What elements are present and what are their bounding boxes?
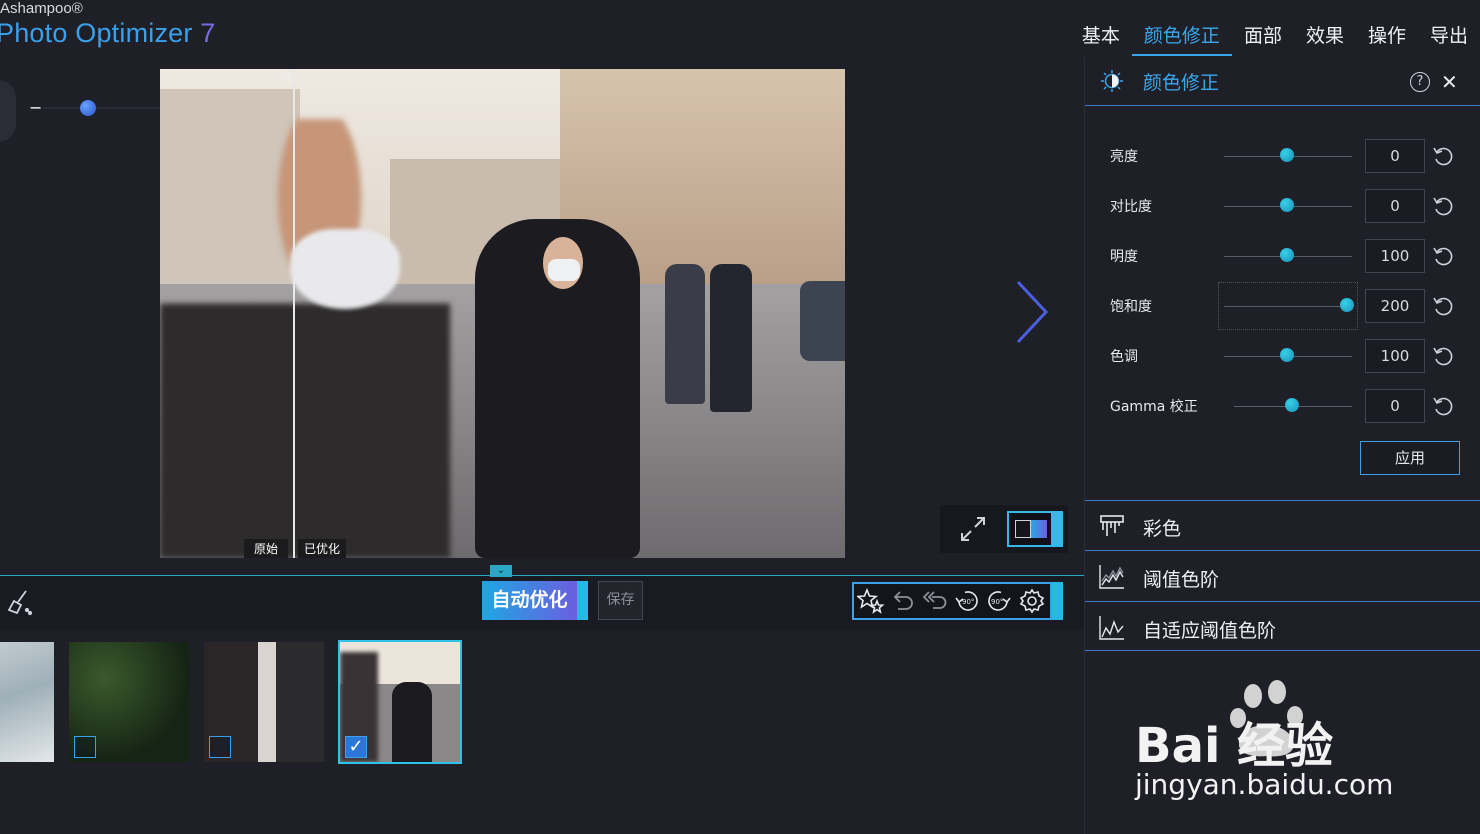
help-icon[interactable]: ? <box>1410 72 1430 92</box>
contrast-slider-thumb[interactable] <box>1280 198 1294 212</box>
app-title: Photo Optimizer 7 <box>0 18 216 49</box>
next-image-arrow-icon[interactable] <box>1012 280 1052 344</box>
optimized-label: 已优化 <box>298 539 347 558</box>
photo-preview[interactable]: ◁▷ 原始 已优化 <box>160 69 845 558</box>
photo-person-2 <box>710 264 752 412</box>
section-threshold-label: 阈值色阶 <box>1143 569 1220 591</box>
rotate-right-90-icon[interactable]: 90° <box>985 587 1013 615</box>
adaptive-threshold-icon <box>1099 616 1124 640</box>
watermark-url: jingyan.baidu.com <box>1135 768 1394 801</box>
saturation-slider-thumb[interactable] <box>1340 298 1354 312</box>
contrast-value[interactable]: 0 <box>1365 189 1425 223</box>
tab-color-correction[interactable]: 颜色修正 <box>1131 22 1232 56</box>
watermark-brand: Bai 经验 <box>1135 718 1334 774</box>
settings-icon[interactable] <box>1018 587 1046 615</box>
section-adaptive-threshold-label: 自适应阈值色阶 <box>1143 620 1277 642</box>
thumbnail-street-selected[interactable]: ✓ <box>338 640 462 764</box>
thumbnail-checkbox[interactable] <box>74 736 96 758</box>
reset-brightness-icon[interactable] <box>1431 144 1455 168</box>
thumbnail-couple[interactable] <box>204 642 324 762</box>
hue-value[interactable]: 100 <box>1365 339 1425 373</box>
gamma-value[interactable]: 0 <box>1365 389 1425 423</box>
top-nav: 基本 颜色修正 面部 效果 操作 导出 <box>1070 22 1480 56</box>
undo-all-icon[interactable] <box>920 587 948 615</box>
hue-label: 色调 <box>1110 349 1138 365</box>
tools-dropdown[interactable] <box>1052 582 1063 620</box>
hue-slider-thumb[interactable] <box>1280 348 1294 362</box>
undo-icon[interactable] <box>888 587 916 615</box>
fullscreen-expand-icon[interactable] <box>958 514 988 544</box>
saturation-value[interactable]: 200 <box>1365 289 1425 323</box>
photo-man-blurred <box>160 119 450 558</box>
panel-title: 颜色修正 <box>1143 72 1220 94</box>
thumbnail-snow[interactable] <box>0 642 54 762</box>
brand-small-label: Ashampoo® <box>0 0 83 17</box>
saturation-slider-track[interactable] <box>1224 306 1352 307</box>
tab-export[interactable]: 导出 <box>1418 22 1480 56</box>
thumbnail-checkbox-checked[interactable]: ✓ <box>345 736 367 758</box>
reset-lightness-icon[interactable] <box>1431 244 1455 268</box>
saturation-label: 饱和度 <box>1110 299 1152 315</box>
tab-effects[interactable]: 效果 <box>1294 22 1356 56</box>
close-icon[interactable]: ✕ <box>1441 70 1458 94</box>
brightness-value[interactable]: 0 <box>1365 139 1425 173</box>
rotate-left-90-icon[interactable]: 90° <box>953 587 981 615</box>
save-button[interactable]: 保存 <box>598 581 643 620</box>
zoom-knob[interactable] <box>0 80 16 142</box>
gamma-label: Gamma 校正 <box>1110 399 1198 415</box>
compare-half-right <box>1031 520 1047 538</box>
app-title-name: Photo Optimizer <box>0 18 193 48</box>
zoom-slider-thumb[interactable] <box>80 100 96 116</box>
thumbnail-image <box>0 642 54 762</box>
reset-saturation-icon[interactable] <box>1431 294 1455 318</box>
tab-basic[interactable]: 基本 <box>1070 22 1132 56</box>
reset-contrast-icon[interactable] <box>1431 194 1455 218</box>
thumbnail-checkbox[interactable] <box>209 736 231 758</box>
compare-split-line[interactable] <box>293 69 295 558</box>
compare-view-button[interactable] <box>1007 511 1053 547</box>
broom-icon[interactable] <box>6 588 34 616</box>
color-paint-icon <box>1100 515 1124 536</box>
thumbnail-person <box>392 682 432 762</box>
contrast-label: 对比度 <box>1110 199 1152 215</box>
brightness-label: 亮度 <box>1110 149 1138 165</box>
auto-optimize-dropdown[interactable] <box>577 581 588 620</box>
lightness-value[interactable]: 100 <box>1365 239 1425 273</box>
lightness-slider-thumb[interactable] <box>1280 248 1294 262</box>
svg-text:90°: 90° <box>962 598 974 606</box>
photo-woman-mask <box>548 259 580 281</box>
gamma-slider-thumb[interactable] <box>1285 398 1299 412</box>
lightness-label: 明度 <box>1110 249 1138 265</box>
split-handle-icon[interactable]: ◁▷ <box>280 71 310 85</box>
original-label: 原始 <box>244 539 289 558</box>
zoom-out-button[interactable]: − <box>29 98 42 117</box>
compare-dropdown[interactable] <box>1053 511 1063 547</box>
photo-car <box>800 281 845 361</box>
toolbar-divider <box>0 575 1084 576</box>
auto-optimize-button[interactable]: 自动优化 <box>482 581 577 620</box>
compare-half-left <box>1015 520 1031 538</box>
threshold-chart-icon <box>1099 565 1124 589</box>
section-color-label: 彩色 <box>1143 518 1182 540</box>
tab-operations[interactable]: 操作 <box>1356 22 1418 56</box>
photo-person-1 <box>665 264 705 404</box>
contrast-sun-icon <box>1101 70 1123 92</box>
photo-man-mask <box>290 229 400 309</box>
brightness-slider-thumb[interactable] <box>1280 148 1294 162</box>
svg-text:90°: 90° <box>991 598 1003 606</box>
collapse-toggle[interactable]: ⌄ <box>490 565 512 577</box>
reset-gamma-icon[interactable] <box>1431 394 1455 418</box>
reset-hue-icon[interactable] <box>1431 344 1455 368</box>
app-version: 7 <box>200 18 216 48</box>
thumbnail-leaves[interactable] <box>69 642 189 762</box>
apply-button[interactable]: 应用 <box>1360 441 1460 475</box>
tab-face[interactable]: 面部 <box>1232 22 1294 56</box>
star-magic-icon[interactable] <box>857 587 885 615</box>
